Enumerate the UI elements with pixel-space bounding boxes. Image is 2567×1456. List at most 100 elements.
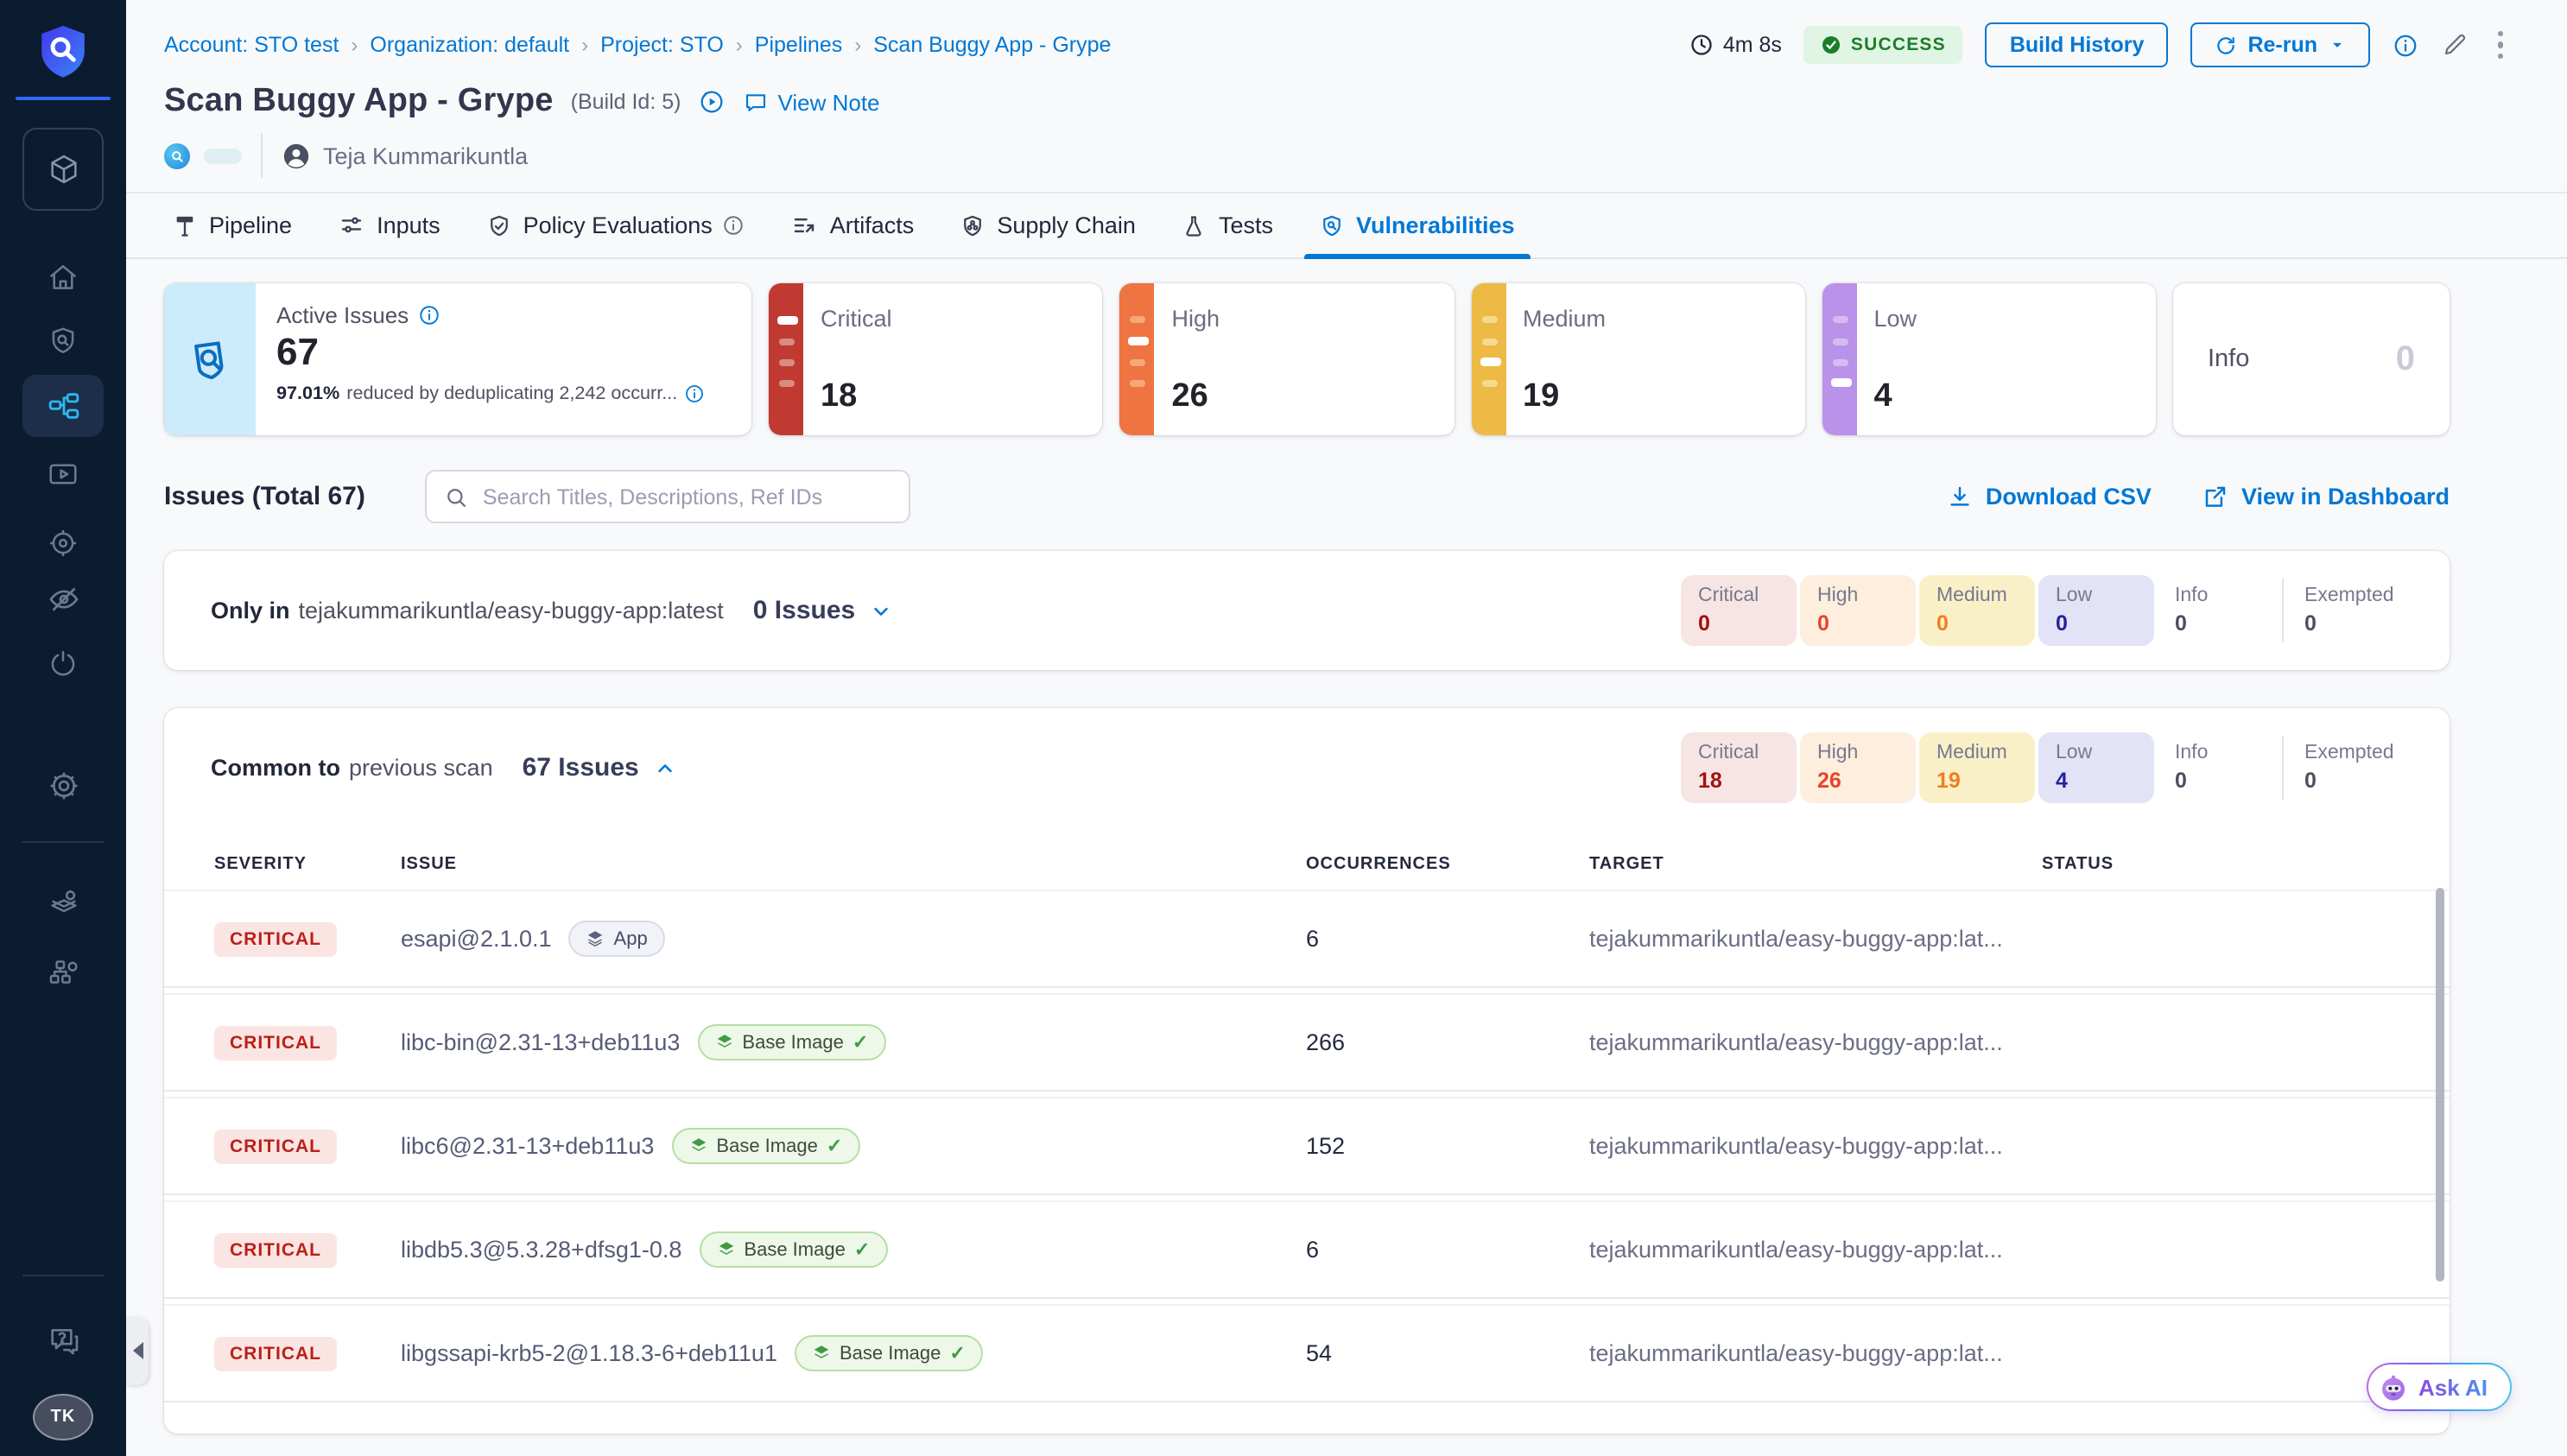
user-avatar[interactable]: TK: [33, 1394, 93, 1440]
tab-inputs[interactable]: Inputs: [339, 193, 441, 257]
chip-high[interactable]: High0: [1800, 575, 1916, 646]
executions-icon[interactable]: [22, 442, 104, 504]
issue-name: libc6@2.31-13+deb11u3: [401, 1133, 654, 1159]
chip-low[interactable]: Low4: [2038, 732, 2154, 803]
edit-pencil-icon[interactable]: [2440, 31, 2468, 59]
chip-critical[interactable]: Critical18: [1681, 732, 1797, 803]
chip-exempted[interactable]: Exempted0: [2287, 575, 2425, 646]
chip-info[interactable]: Info0: [2158, 575, 2282, 646]
sidebar-collapse-handle[interactable]: [126, 1316, 149, 1385]
chip-info[interactable]: Info0: [2158, 732, 2282, 803]
table-scrollbar[interactable]: [2436, 888, 2444, 1282]
tab-policy-evaluations[interactable]: Policy Evaluations: [487, 193, 745, 257]
breadcrumb-current[interactable]: Scan Buggy App - Grype: [873, 33, 1111, 57]
medium-label: Medium: [1523, 306, 1606, 332]
severity-badge: CRITICAL: [214, 1129, 337, 1163]
help-chat-icon[interactable]: [22, 1309, 104, 1371]
search-input[interactable]: [483, 484, 892, 509]
medium-card[interactable]: Medium 19: [1471, 283, 1805, 435]
home-icon[interactable]: [22, 245, 104, 307]
tab-tests[interactable]: Tests: [1182, 193, 1273, 257]
execution-meta-row: Teja Kummarikuntla: [164, 135, 2510, 176]
pipelines-icon[interactable]: [22, 375, 104, 437]
baselines-eye-off-icon[interactable]: [22, 568, 104, 630]
table-row[interactable]: CRITICAL libgssapi-krb5-2@1.18.3-6+deb11…: [164, 1304, 2450, 1402]
discovery-icon[interactable]: [22, 632, 104, 694]
default-settings-icon[interactable]: [22, 872, 104, 934]
critical-card[interactable]: Critical 18: [769, 283, 1103, 435]
common-to-prefix: Common to: [211, 755, 340, 781]
breadcrumb-pipelines[interactable]: Pipelines: [755, 33, 842, 57]
base-image-tag-pill: Base Image ✓: [699, 1231, 887, 1268]
chevron-down-icon[interactable]: [869, 598, 893, 623]
info-icon: [723, 214, 745, 237]
issues-search[interactable]: [426, 470, 911, 523]
app-root: TK Account: STO test › Organization: def…: [0, 0, 2567, 1456]
only-in-header: Only in tejakummarikuntla/easy-buggy-app…: [164, 551, 2450, 670]
main-content: Account: STO test › Organization: defaul…: [126, 0, 2567, 1434]
info-icon[interactable]: [2392, 32, 2418, 58]
breadcrumb-organization[interactable]: Organization: default: [370, 33, 569, 57]
ask-ai-button[interactable]: Ask AI: [2367, 1363, 2512, 1411]
tab-pipeline[interactable]: Pipeline: [173, 193, 292, 257]
breadcrumb-project[interactable]: Project: STO: [600, 33, 724, 57]
table-row[interactable]: CRITICAL libc-bin@2.31-13+deb11u3 Base I…: [164, 993, 2450, 1092]
low-card[interactable]: Low 4: [1822, 283, 2157, 435]
active-issues-count: 67: [276, 330, 731, 375]
replay-icon[interactable]: [698, 88, 726, 116]
tab-supply-chain[interactable]: Supply Chain: [960, 193, 1136, 257]
low-count: 4: [1874, 378, 1892, 416]
tab-artifacts[interactable]: Artifacts: [792, 193, 915, 257]
low-label: Low: [1874, 306, 1917, 332]
high-card[interactable]: High 26: [1120, 283, 1455, 435]
module-cube-icon[interactable]: [22, 128, 104, 211]
overview-shield-icon[interactable]: [22, 309, 104, 371]
sidebar-divider-bottom: [22, 1275, 104, 1276]
sidebar-divider: [22, 841, 104, 843]
download-csv-link[interactable]: Download CSV: [1948, 484, 2152, 510]
chip-high[interactable]: High26: [1800, 732, 1916, 803]
settings-gear-icon[interactable]: [22, 755, 104, 817]
build-history-button[interactable]: Build History: [1986, 22, 2169, 67]
table-row[interactable]: CRITICAL libc6@2.31-13+deb11u3 Base Imag…: [164, 1097, 2450, 1195]
base-image-tag-pill: Base Image ✓: [671, 1128, 859, 1164]
chip-medium[interactable]: Medium19: [1919, 732, 2035, 803]
vulnerabilities-shield-icon: [1320, 213, 1344, 237]
view-note-link[interactable]: View Note: [743, 89, 879, 115]
chip-exempted[interactable]: Exempted0: [2287, 732, 2425, 803]
info-icon[interactable]: [684, 383, 705, 404]
info-icon[interactable]: [417, 304, 440, 326]
vertical-divider: [261, 133, 263, 178]
table-row[interactable]: CRITICAL esapi@2.1.0.1 App 6 tejakummari…: [164, 889, 2450, 988]
table-header: SEVERITY ISSUE OCCURRENCES TARGET STATUS: [164, 838, 2450, 889]
org-settings-icon[interactable]: [22, 941, 104, 1003]
breadcrumb: Account: STO test › Organization: defaul…: [164, 33, 1111, 57]
issue-name: libc-bin@2.31-13+deb11u3: [401, 1029, 680, 1055]
logo-divider: [16, 97, 111, 100]
occurrences-value: 266: [1306, 1029, 1589, 1055]
page-title: Scan Buggy App - Grype: [164, 83, 554, 121]
left-nav-sidebar: TK: [0, 0, 126, 1456]
occurrences-value: 6: [1306, 926, 1589, 952]
active-issues-card[interactable]: Active Issues 67 97.01% reduced by dedup…: [164, 283, 751, 435]
view-in-dashboard-link[interactable]: View in Dashboard: [2203, 484, 2450, 510]
chevron-up-icon[interactable]: [653, 756, 677, 780]
chip-low[interactable]: Low0: [2038, 575, 2154, 646]
breadcrumb-account[interactable]: Account: STO test: [164, 33, 339, 57]
critical-count: 18: [821, 378, 857, 416]
flask-icon: [1182, 213, 1207, 237]
toolbar-links: Download CSV View in Dashboard: [1948, 484, 2450, 510]
tab-vulnerabilities[interactable]: Vulnerabilities: [1320, 193, 1515, 257]
chip-critical[interactable]: Critical0: [1681, 575, 1797, 646]
check-icon: ✓: [949, 1342, 965, 1364]
targets-icon[interactable]: [22, 511, 104, 573]
build-id: (Build Id: 5): [571, 90, 681, 114]
rerun-button[interactable]: Re-run: [2190, 22, 2369, 67]
high-count: 26: [1172, 378, 1208, 416]
table-row[interactable]: CRITICAL libdb5.3@5.3.28+dfsg1-0.8 Base …: [164, 1200, 2450, 1299]
harness-sto-logo-icon[interactable]: [0, 21, 126, 81]
common-to-header: Common to previous scan 67 Issues Critic…: [164, 708, 2450, 827]
more-options-kebab-icon[interactable]: [2490, 28, 2510, 63]
info-card[interactable]: Info 0: [2173, 283, 2450, 435]
chip-medium[interactable]: Medium0: [1919, 575, 2035, 646]
